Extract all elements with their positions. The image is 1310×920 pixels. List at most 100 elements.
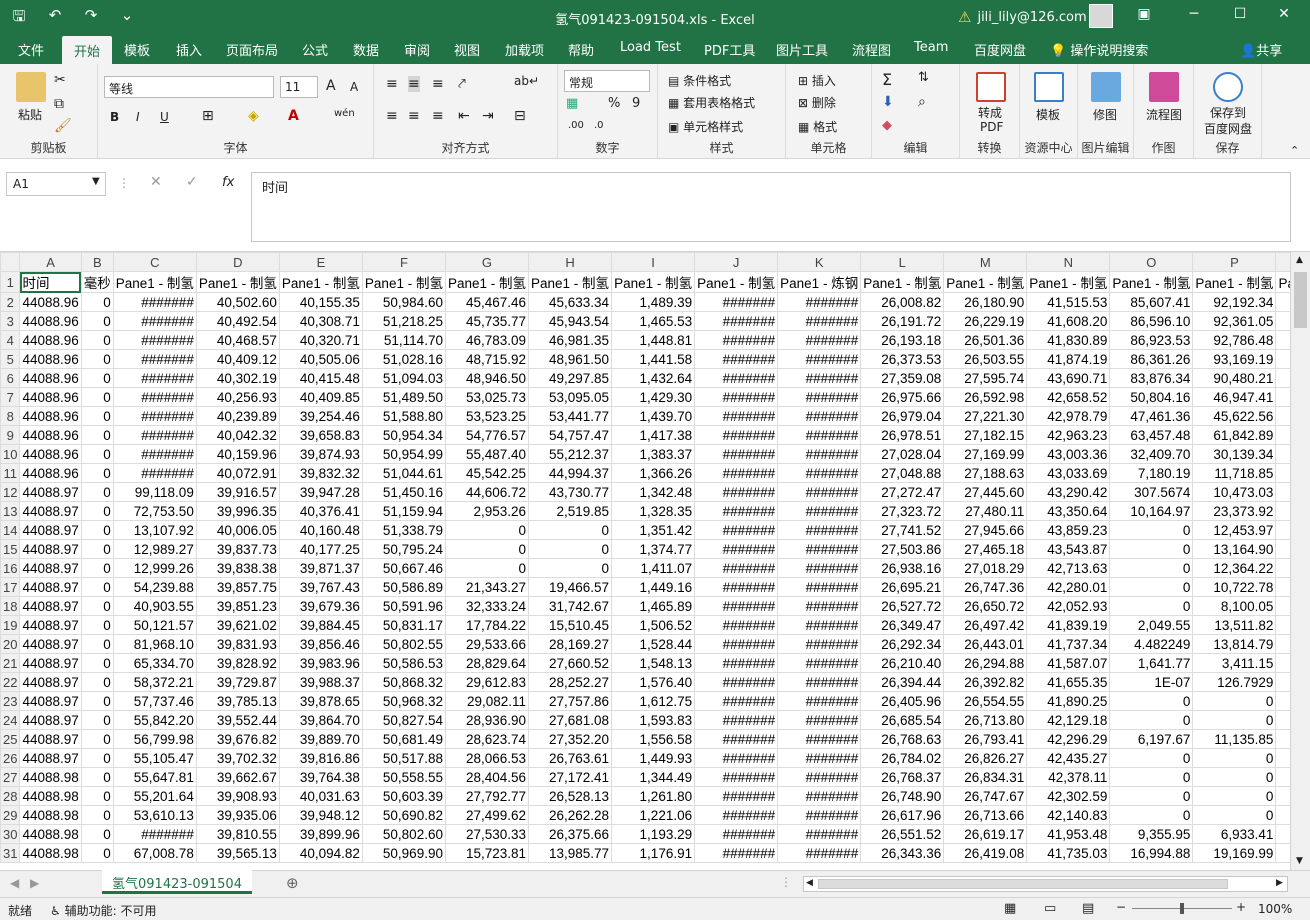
cell[interactable]: 39,828.92: [195, 653, 280, 673]
wrap-text-icon[interactable]: ab↵: [514, 74, 539, 88]
cell[interactable]: 50,831.17: [361, 615, 446, 635]
cell[interactable]: 46,783.09: [444, 330, 530, 350]
cell[interactable]: 28,829.64: [444, 653, 530, 673]
cell[interactable]: 55,647.81: [112, 767, 197, 787]
cell[interactable]: 27,169.99: [943, 444, 1028, 464]
cell[interactable]: 50,586.53: [361, 653, 446, 673]
cell[interactable]: 26,748.90: [860, 786, 945, 806]
cell[interactable]: 40,505.06: [278, 349, 363, 369]
cell[interactable]: #######: [777, 330, 862, 350]
cell[interactable]: 39,785.13: [195, 691, 280, 711]
cell[interactable]: 27,182.15: [943, 425, 1028, 445]
cell[interactable]: 26,650.72: [943, 596, 1028, 616]
cell[interactable]: #######: [694, 786, 779, 806]
cell[interactable]: 41,515.53: [1026, 292, 1111, 312]
align-center-icon[interactable]: ≡: [408, 108, 420, 124]
header-cell[interactable]: Pane1 - 炼钢: [777, 271, 862, 293]
cell[interactable]: 1,366.26: [611, 463, 696, 483]
cell[interactable]: 54,239.88: [112, 577, 197, 597]
cell[interactable]: 41,830.89: [1026, 330, 1111, 350]
cell[interactable]: 26,747.67: [943, 786, 1028, 806]
cell[interactable]: 27,945.66: [943, 520, 1028, 540]
cell[interactable]: #######: [777, 729, 862, 749]
cell[interactable]: 26,349.47: [860, 615, 945, 635]
row-header[interactable]: 25: [0, 729, 21, 749]
cell[interactable]: 40,409.85: [278, 387, 363, 407]
row-header[interactable]: 18: [0, 596, 21, 616]
fill-color-icon[interactable]: ◈: [248, 108, 259, 124]
cell[interactable]: #######: [694, 577, 779, 597]
flowchart-icon[interactable]: [1149, 72, 1179, 102]
cell[interactable]: 44088.97: [19, 710, 82, 730]
cell[interactable]: 45,467.46: [444, 292, 530, 312]
cell[interactable]: 44088.96: [19, 444, 82, 464]
cell[interactable]: 51,338.79: [361, 520, 446, 540]
cell[interactable]: #######: [694, 501, 779, 521]
cell[interactable]: 117.8656: [1275, 729, 1290, 749]
cell[interactable]: 0: [1109, 767, 1194, 787]
align-middle-icon[interactable]: ≡: [408, 76, 420, 92]
cell[interactable]: 42,140.83: [1026, 805, 1111, 825]
cell[interactable]: #######: [777, 577, 862, 597]
zoom-level[interactable]: 100%: [1258, 902, 1292, 916]
cell[interactable]: 86,596.10: [1109, 311, 1194, 331]
cell[interactable]: 39,676.82: [195, 729, 280, 749]
cell[interactable]: 44088.97: [19, 653, 82, 673]
row-header[interactable]: 27: [0, 767, 21, 787]
cell[interactable]: 1,411.07: [611, 558, 696, 578]
column-header[interactable]: D: [195, 252, 280, 272]
cell[interactable]: 119.0317: [1275, 292, 1290, 312]
cell[interactable]: #######: [777, 843, 862, 863]
cell[interactable]: #######: [694, 843, 779, 863]
cell[interactable]: 1,439.70: [611, 406, 696, 426]
cell[interactable]: 26,938.16: [860, 558, 945, 578]
phonetic-icon[interactable]: wén: [334, 108, 355, 119]
cell[interactable]: 53,441.77: [528, 406, 613, 426]
cell[interactable]: 13,985.77: [528, 843, 613, 863]
bold-button[interactable]: B: [110, 110, 119, 124]
column-header[interactable]: G: [444, 252, 530, 272]
cell[interactable]: 0: [80, 482, 114, 502]
cell[interactable]: 39,889.70: [278, 729, 363, 749]
cell[interactable]: 0: [1109, 539, 1194, 559]
flowchart-button[interactable]: 流程图: [1146, 106, 1182, 123]
cell[interactable]: #######: [112, 463, 197, 483]
image-edit-icon[interactable]: [1091, 72, 1121, 102]
vertical-scrollbar[interactable]: ▲ ▼: [1290, 252, 1310, 870]
conditional-format-button[interactable]: ▤ 条件格式: [668, 72, 731, 89]
cell[interactable]: 12,999.26: [112, 558, 197, 578]
cell[interactable]: 39,838.38: [195, 558, 280, 578]
cell[interactable]: 43,290.42: [1026, 482, 1111, 502]
cell[interactable]: 110.4639: [1275, 463, 1290, 483]
cell[interactable]: #######: [694, 672, 779, 692]
cell[interactable]: #######: [112, 406, 197, 426]
cell[interactable]: 0: [444, 558, 530, 578]
cell[interactable]: 0: [80, 615, 114, 635]
cell[interactable]: 28,252.27: [528, 672, 613, 692]
column-header[interactable]: A: [19, 252, 82, 272]
cell[interactable]: #######: [777, 482, 862, 502]
cell[interactable]: 26,394.44: [860, 672, 945, 692]
cell[interactable]: 50,603.39: [361, 786, 446, 806]
cell[interactable]: 39,565.13: [195, 843, 280, 863]
cell[interactable]: #######: [112, 824, 197, 844]
cell[interactable]: 27,792.77: [444, 786, 530, 806]
header-cell[interactable]: Pane1 - 制氢: [943, 271, 1028, 293]
horizontal-scrollbar[interactable]: ◀ ▶: [803, 876, 1288, 892]
row-header[interactable]: 12: [0, 482, 21, 502]
cell[interactable]: 0: [80, 805, 114, 825]
row-header[interactable]: 15: [0, 539, 21, 559]
comma-button[interactable]: 9: [632, 96, 640, 111]
cell[interactable]: 26,826.27: [943, 748, 1028, 768]
template-button[interactable]: 模板: [1036, 106, 1060, 123]
cell[interactable]: #######: [694, 634, 779, 654]
format-painter-icon[interactable]: 🖌: [54, 118, 72, 134]
cell[interactable]: 41,874.19: [1026, 349, 1111, 369]
cell[interactable]: 26,784.02: [860, 748, 945, 768]
cell[interactable]: 6,933.41: [1192, 824, 1277, 844]
row-header[interactable]: 14: [0, 520, 21, 540]
cell[interactable]: 51,159.94: [361, 501, 446, 521]
row-header[interactable]: 1: [0, 271, 21, 293]
cell[interactable]: 39,679.36: [278, 596, 363, 616]
cell[interactable]: 16,994.88: [1109, 843, 1194, 863]
